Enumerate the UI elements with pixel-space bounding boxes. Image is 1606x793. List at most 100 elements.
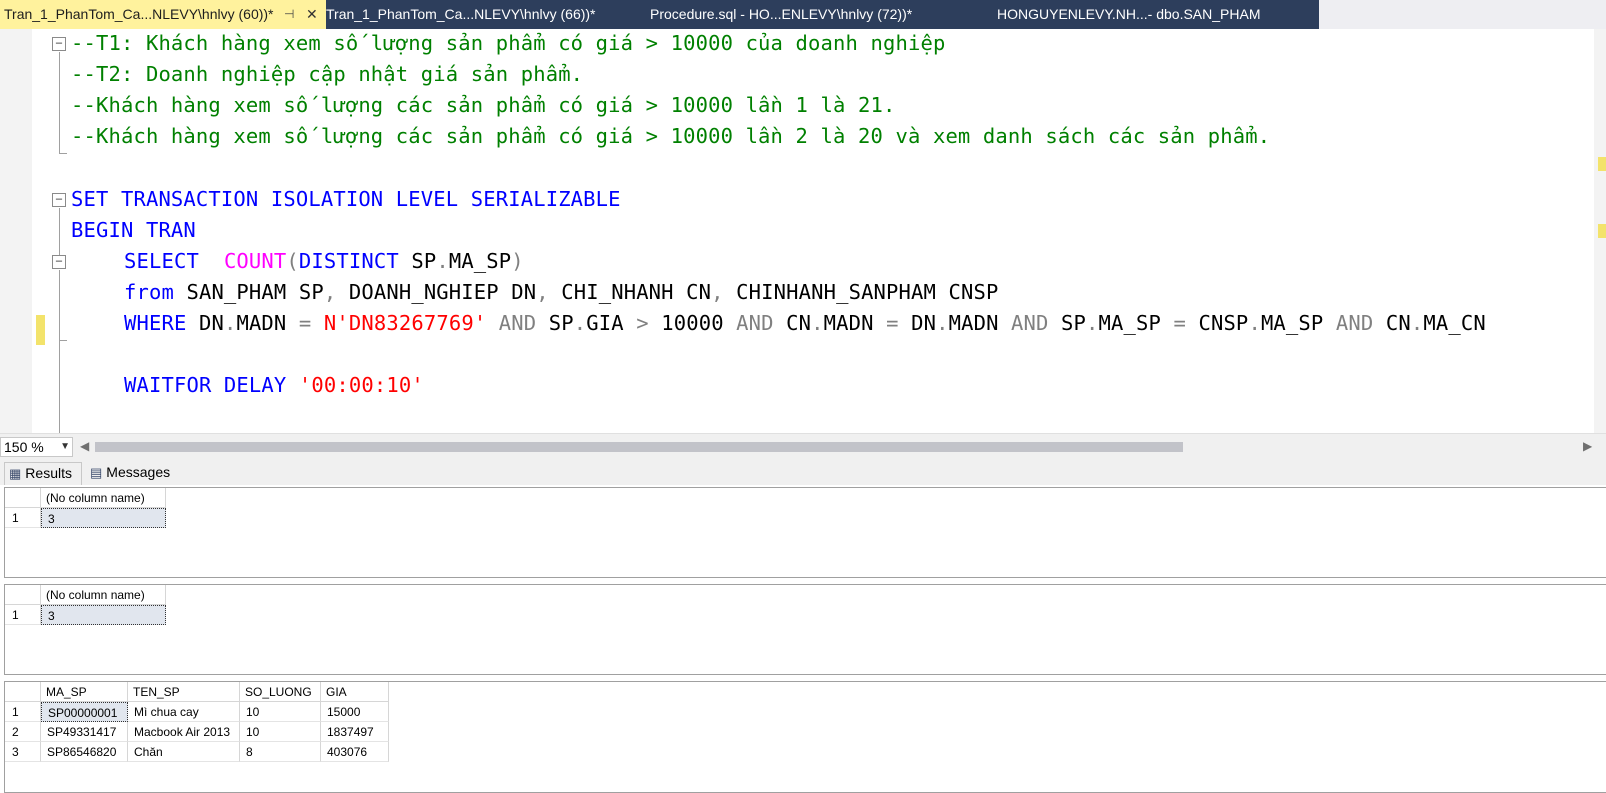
tab-active-query[interactable]: Tran_1_PhanTom_Ca...NLEVY\hnlvy (60))* ⊣… xyxy=(0,0,326,29)
results-grid-3[interactable]: MA_SP TEN_SP SO_LUONG GIA 1 SP00000001 M… xyxy=(4,681,1606,793)
results-grid-2[interactable]: (No column name) 1 3 xyxy=(4,584,1606,675)
column-header[interactable]: (No column name) xyxy=(41,488,166,508)
tab-procedure-sql[interactable]: Procedure.sql - HO...ENLEVY\hnlvy (72))* xyxy=(650,0,912,29)
punctuation: . xyxy=(811,311,824,335)
row-number[interactable]: 1 xyxy=(5,508,41,528)
punctuation: . xyxy=(1086,311,1099,335)
tab-label: Tran_1_PhanTom_Ca...NLEVY\hnlvy (66))* xyxy=(326,6,596,22)
code-line-from: from SAN_PHAM SP, DOANH_NGHIEP DN, CHI_N… xyxy=(124,277,998,307)
messages-icon: ▤ xyxy=(90,465,103,480)
result-tabs: ▦ Results ▤ Messages xyxy=(0,459,1606,485)
tab-label: Tran_1_PhanTom_Ca...NLEVY\hnlvy (60))* xyxy=(4,6,274,22)
grid-corner[interactable] xyxy=(5,682,41,702)
grid-cell[interactable]: Macbook Air 2013 xyxy=(128,722,240,742)
grid-cell[interactable]: SP49331417 xyxy=(41,722,128,742)
punctuation: , xyxy=(323,280,337,304)
grid-cell[interactable]: 1837497 xyxy=(321,722,389,742)
keyword: DISTINCT xyxy=(298,249,399,273)
grid-corner[interactable] xyxy=(5,488,41,508)
operator: = xyxy=(1173,311,1186,335)
punctuation: , xyxy=(711,280,724,304)
tab-label: Procedure.sql - HO...ENLEVY\hnlvy (72))* xyxy=(650,6,913,22)
identifier: MA_SP xyxy=(448,249,512,273)
identifier: CNSP xyxy=(1185,311,1249,335)
change-marker xyxy=(36,315,45,345)
grid-cell[interactable]: 3 xyxy=(41,508,166,528)
function-name: COUNT xyxy=(223,249,287,273)
collapse-icon[interactable]: − xyxy=(52,255,66,269)
punctuation: , xyxy=(536,280,549,304)
zoom-select[interactable]: 150 % ▼ xyxy=(0,437,73,457)
tab-messages[interactable]: ▤ Messages xyxy=(86,462,176,485)
identifier: CHI_NHANH CN xyxy=(548,280,712,304)
grid-cell[interactable]: 15000 xyxy=(321,702,389,722)
identifier: SP xyxy=(398,249,437,273)
scroll-right-icon[interactable]: ▶ xyxy=(1583,439,1592,453)
code-line-comment-3: --Khách hàng xem số lượng các sản phẩm c… xyxy=(71,93,896,117)
editor-status-bar: 150 % ▼ ◀ ▶ xyxy=(0,433,1606,459)
column-header[interactable]: (No column name) xyxy=(41,585,166,605)
grid-cell[interactable]: 3 xyxy=(41,605,166,625)
identifier: MADN xyxy=(236,311,299,335)
keyword: from xyxy=(124,280,174,304)
grid-cell[interactable]: 10 xyxy=(240,702,321,722)
grid-cell[interactable]: 403076 xyxy=(321,742,389,762)
pin-icon[interactable]: ⊣ xyxy=(284,0,294,29)
tab-messages-label: Messages xyxy=(106,464,171,480)
fold-guide xyxy=(59,341,60,433)
horizontal-scrollbar-thumb[interactable] xyxy=(95,442,1183,452)
code-line-comment-1: --T1: Khách hàng xem số lượng sản phẩm c… xyxy=(71,31,946,55)
grid-corner[interactable] xyxy=(5,585,41,605)
column-header-gia[interactable]: GIA xyxy=(321,682,389,702)
grid-cell[interactable]: 8 xyxy=(240,742,321,762)
column-header-ma-sp[interactable]: MA_SP xyxy=(41,682,128,702)
collapse-icon[interactable]: − xyxy=(52,193,66,207)
identifier: MADN xyxy=(948,311,999,335)
punctuation: . xyxy=(223,311,237,335)
fold-guide xyxy=(59,52,60,153)
sql-editor[interactable]: − − − --T1: Khách hàng xem số lượng sản … xyxy=(0,29,1606,433)
keyword: WHERE xyxy=(124,311,187,335)
fold-guide-end xyxy=(59,153,67,154)
grid-cell[interactable]: SP86546820 xyxy=(41,742,128,762)
row-number[interactable]: 2 xyxy=(5,722,41,742)
code-line-where: WHERE DN.MADN = N'DN83267769' AND SP.GIA… xyxy=(124,308,1486,338)
row-number[interactable]: 1 xyxy=(5,605,41,625)
zoom-value: 150 % xyxy=(4,439,44,455)
column-header-ten-sp[interactable]: TEN_SP xyxy=(128,682,240,702)
keyword: SELECT xyxy=(124,249,199,273)
punctuation: . xyxy=(1248,311,1261,335)
results-grid-1[interactable]: (No column name) 1 3 xyxy=(4,487,1606,578)
grid-cell[interactable]: SP00000001 xyxy=(41,702,128,722)
grid-cell[interactable]: Mì chua cay xyxy=(128,702,240,722)
identifier: DN xyxy=(898,311,937,335)
tab-query-66[interactable]: Tran_1_PhanTom_Ca...NLEVY\hnlvy (66))* xyxy=(326,0,596,29)
punctuation: . xyxy=(1410,311,1424,335)
punctuation: . xyxy=(573,311,587,335)
tab-san-pham-table[interactable]: HONGUYENLEVY.NH...- dbo.SAN_PHAM xyxy=(997,0,1261,29)
grid-icon: ▦ xyxy=(9,466,22,481)
tab-results-label: Results xyxy=(25,465,72,481)
keyword-and: AND xyxy=(723,311,774,335)
identifier: CHINHANH_SANPHAM CNSP xyxy=(723,280,999,304)
row-number[interactable]: 1 xyxy=(5,702,41,722)
row-number[interactable]: 3 xyxy=(5,742,41,762)
grid-cell[interactable]: 10 xyxy=(240,722,321,742)
chevron-down-icon: ▼ xyxy=(60,441,70,452)
fold-guide xyxy=(59,270,60,340)
collapse-icon[interactable]: − xyxy=(52,37,66,51)
operator: > xyxy=(636,311,649,335)
keyword: WAITFOR DELAY xyxy=(124,373,287,397)
code-line-select: SELECT COUNT(DISTINCT SP.MA_SP) xyxy=(124,246,524,276)
column-header-so-luong[interactable]: SO_LUONG xyxy=(240,682,321,702)
fold-guide xyxy=(59,208,60,255)
keyword-and: AND xyxy=(1323,311,1374,335)
tab-results[interactable]: ▦ Results xyxy=(4,462,82,485)
punctuation: . xyxy=(436,249,449,273)
grid-cell[interactable]: Chăn xyxy=(128,742,240,762)
tab-label: HONGUYENLEVY.NH...- dbo.SAN_PHAM xyxy=(997,6,1261,22)
scroll-left-icon[interactable]: ◀ xyxy=(80,439,89,453)
code-line-waitfor: WAITFOR DELAY '00:00:10' xyxy=(124,370,424,400)
identifier: MA_SP xyxy=(1260,311,1324,335)
close-icon[interactable]: ✕ xyxy=(306,0,318,29)
